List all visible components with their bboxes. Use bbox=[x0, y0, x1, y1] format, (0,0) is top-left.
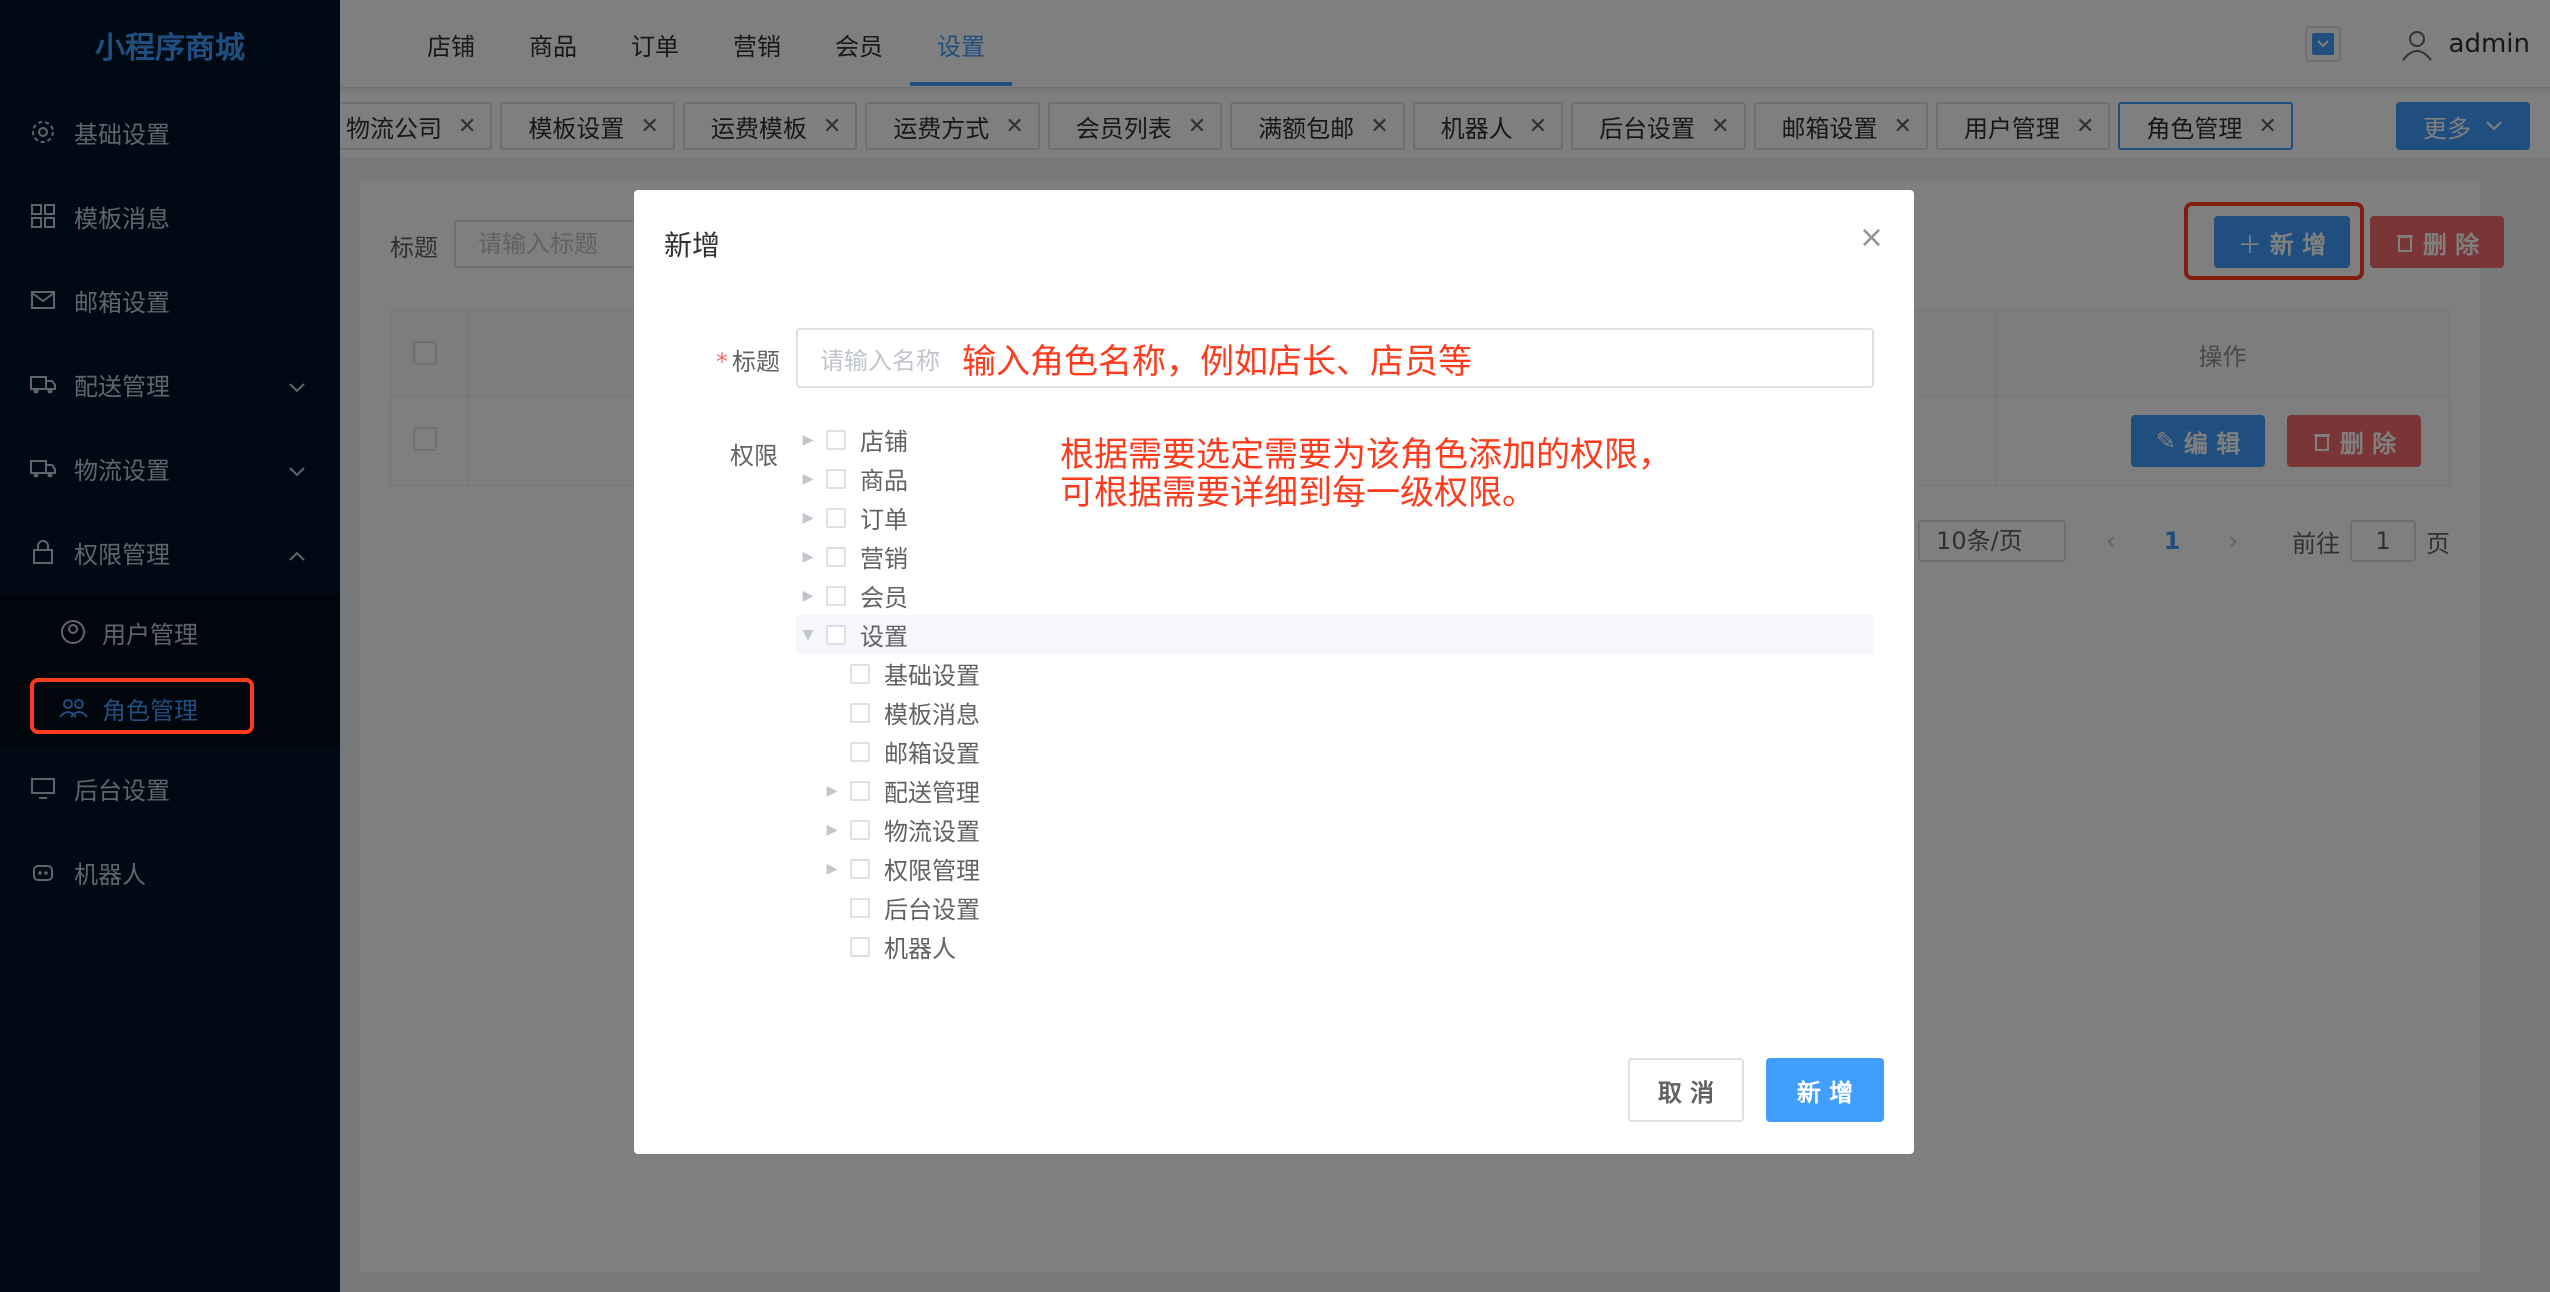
tree-node-label: 后台设置 bbox=[884, 896, 980, 924]
name-label: * 标题 bbox=[716, 342, 780, 377]
tree-node-label: 营销 bbox=[860, 545, 908, 573]
tree-node-label: 商品 bbox=[860, 467, 908, 495]
role-name-placeholder: 请输入名称 bbox=[820, 346, 940, 375]
caret-right-icon[interactable]: ▶ bbox=[796, 588, 820, 604]
name-label-text: 标题 bbox=[732, 348, 780, 376]
tree-node-label: 权限管理 bbox=[884, 857, 980, 885]
tree-checkbox[interactable] bbox=[826, 546, 846, 567]
tree-node-template-message[interactable]: 模板消息 bbox=[796, 693, 1874, 732]
confirm-add-button[interactable]: 新 增 bbox=[1766, 1058, 1884, 1122]
tree-node-members[interactable]: ▶ 会员 bbox=[796, 576, 1874, 615]
caret-right-icon[interactable]: ▶ bbox=[820, 783, 844, 799]
tree-checkbox[interactable] bbox=[826, 624, 846, 645]
caret-right-icon[interactable]: ▶ bbox=[796, 432, 820, 448]
tree-checkbox[interactable] bbox=[850, 897, 870, 918]
tree-node-label: 店铺 bbox=[860, 428, 908, 456]
tree-checkbox[interactable] bbox=[826, 585, 846, 606]
tree-node-orders[interactable]: ▶ 订单 bbox=[796, 498, 1874, 537]
required-mark: * bbox=[716, 348, 728, 376]
caret-right-icon[interactable]: ▶ bbox=[796, 549, 820, 565]
annotation-highlight-role bbox=[30, 678, 254, 734]
tree-checkbox[interactable] bbox=[826, 429, 846, 450]
permission-label: 权限 bbox=[730, 442, 778, 470]
tree-node-label: 基础设置 bbox=[884, 662, 980, 690]
dialog-title: 新增 bbox=[664, 229, 721, 262]
tree-node-label: 设置 bbox=[860, 623, 908, 651]
tree-checkbox[interactable] bbox=[850, 663, 870, 684]
tree-node-logistics[interactable]: ▶ 物流设置 bbox=[796, 810, 1874, 849]
tree-node-robot[interactable]: 机器人 bbox=[796, 927, 1874, 966]
tree-checkbox[interactable] bbox=[850, 858, 870, 879]
name-annotation: 输入角色名称，例如店长、店员等 bbox=[962, 341, 1472, 382]
tree-node-label: 邮箱设置 bbox=[884, 740, 980, 768]
tree-checkbox[interactable] bbox=[850, 702, 870, 723]
close-icon[interactable]: × bbox=[1859, 220, 1884, 255]
caret-down-icon[interactable]: ▼ bbox=[796, 627, 820, 643]
tree-node-marketing[interactable]: ▶ 营销 bbox=[796, 537, 1874, 576]
tree-node-label: 配送管理 bbox=[884, 779, 980, 807]
tree-node-label: 会员 bbox=[860, 584, 908, 612]
tree-checkbox[interactable] bbox=[850, 741, 870, 762]
tree-node-email-settings[interactable]: 邮箱设置 bbox=[796, 732, 1874, 771]
caret-right-icon[interactable]: ▶ bbox=[796, 510, 820, 526]
cancel-button[interactable]: 取 消 bbox=[1628, 1058, 1744, 1122]
tree-node-shop[interactable]: ▶ 店铺 bbox=[796, 420, 1874, 459]
tree-checkbox[interactable] bbox=[850, 819, 870, 840]
add-role-dialog: 新增 × * 标题 请输入名称 输入角色名称，例如店长、店员等 权限 根据需要选定… bbox=[634, 190, 1914, 1154]
permission-tree: ▶ 店铺 ▶ 商品 ▶ 订单 ▶ 营销 ▶ 会员 ▼ 设置 基础设置 模板消息 邮箱设置 ▶… bbox=[796, 420, 1874, 966]
tree-node-delivery[interactable]: ▶ 配送管理 bbox=[796, 771, 1874, 810]
caret-right-icon[interactable]: ▶ bbox=[820, 822, 844, 838]
tree-node-label: 物流设置 bbox=[884, 818, 980, 846]
tree-node-basic-settings[interactable]: 基础设置 bbox=[796, 654, 1874, 693]
role-name-input[interactable]: 请输入名称 输入角色名称，例如店长、店员等 bbox=[796, 328, 1874, 388]
tree-node-label: 模板消息 bbox=[884, 701, 980, 729]
tree-node-permissions[interactable]: ▶ 权限管理 bbox=[796, 849, 1874, 888]
tree-node-goods[interactable]: ▶ 商品 bbox=[796, 459, 1874, 498]
caret-right-icon[interactable]: ▶ bbox=[820, 861, 844, 877]
tree-node-settings[interactable]: ▼ 设置 bbox=[796, 615, 1874, 654]
tree-checkbox[interactable] bbox=[826, 468, 846, 489]
tree-node-label: 机器人 bbox=[884, 935, 956, 963]
tree-checkbox[interactable] bbox=[850, 780, 870, 801]
tree-checkbox[interactable] bbox=[850, 936, 870, 957]
tree-node-backend-settings[interactable]: 后台设置 bbox=[796, 888, 1874, 927]
tree-checkbox[interactable] bbox=[826, 507, 846, 528]
tree-node-label: 订单 bbox=[860, 506, 908, 534]
caret-right-icon[interactable]: ▶ bbox=[796, 471, 820, 487]
